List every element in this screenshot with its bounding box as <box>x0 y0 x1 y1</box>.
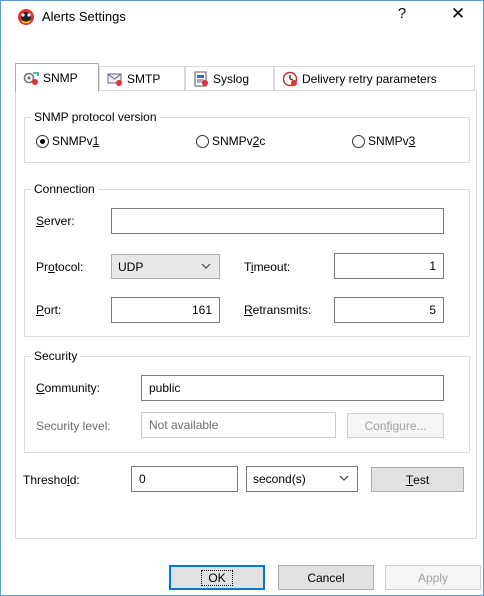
security-level-input: Not available <box>141 412 336 438</box>
radio-snmpv1-dot[interactable] <box>36 134 49 148</box>
window-title: Alerts Settings <box>42 9 126 24</box>
title-bar[interactable]: Alerts Settings ? ✕ <box>1 1 483 31</box>
tab-smtp-label: SMTP <box>127 71 161 86</box>
mail-icon <box>107 73 122 86</box>
log-icon <box>194 71 208 86</box>
snmp-icon <box>23 72 39 85</box>
security-level-label: Security level: <box>36 419 111 433</box>
server-input[interactable] <box>111 208 444 234</box>
snmp-version-group: SNMP protocol version SNMPv1 SNMPv2c SNM… <box>24 110 470 163</box>
timeout-label: Timeout: <box>244 260 291 274</box>
tab-delivery-retry-label: Delivery retry parameters <box>302 71 437 86</box>
alerts-app-icon <box>18 9 34 25</box>
timeout-input[interactable]: 1 <box>334 253 444 279</box>
tab-syslog-label: Syslog <box>213 71 250 86</box>
radio-snmpv2c[interactable]: SNMPv2c <box>196 134 265 148</box>
snmp-tab-panel: SNMP protocol version SNMPv1 SNMPv2c SNM… <box>15 90 477 539</box>
radio-snmpv3-dot[interactable] <box>352 134 365 148</box>
ok-button[interactable]: OK <box>169 565 265 590</box>
security-title: Security <box>31 349 81 363</box>
radio-snmpv2c-label: SNMPv2c <box>212 134 266 148</box>
tab-syslog[interactable]: Syslog <box>185 66 274 90</box>
tab-snmp[interactable]: SNMP <box>15 63 99 92</box>
community-input[interactable]: public <box>141 375 444 401</box>
radio-snmpv3-label: SNMPv3 <box>368 134 416 148</box>
connection-title: Connection <box>31 182 98 196</box>
tab-snmp-label: SNMP <box>43 71 78 85</box>
close-button[interactable]: ✕ <box>447 4 469 24</box>
retransmits-label: Retransmits: <box>244 303 312 317</box>
server-label: Server: <box>36 214 75 228</box>
retransmits-input[interactable]: 5 <box>334 297 444 323</box>
threshold-unit-select[interactable]: second(s) <box>246 466 358 492</box>
protocol-select[interactable]: UDP <box>111 254 220 279</box>
test-button[interactable]: Test <box>371 467 464 492</box>
retry-icon <box>282 71 298 86</box>
threshold-input[interactable]: 0 <box>131 466 238 492</box>
threshold-label: Threshold: <box>23 473 80 487</box>
apply-button[interactable]: Apply <box>385 565 481 590</box>
tab-smtp[interactable]: SMTP <box>99 66 185 90</box>
alerts-settings-dialog: Alerts Settings ? ✕ SNMP SMTP Syslog Del… <box>0 0 484 596</box>
snmp-version-title: SNMP protocol version <box>31 110 160 124</box>
tab-strip: SNMP SMTP Syslog Delivery retry paramete… <box>15 63 477 92</box>
protocol-label: Protocol: <box>36 260 84 274</box>
tab-delivery-retry[interactable]: Delivery retry parameters <box>274 66 475 90</box>
community-label: Community: <box>36 381 101 395</box>
ok-button-label: OK <box>201 569 233 586</box>
port-label: Port: <box>36 303 62 317</box>
threshold-unit-value: second(s) <box>253 472 306 486</box>
help-button[interactable]: ? <box>393 5 411 22</box>
chevron-down-icon <box>201 263 211 269</box>
radio-snmpv1-label: SNMPv1 <box>52 134 100 148</box>
port-input[interactable]: 161 <box>111 297 220 323</box>
configure-button[interactable]: Con f igure... <box>347 413 444 438</box>
radio-snmpv3[interactable]: SNMPv3 <box>352 134 415 148</box>
chevron-down-icon <box>339 475 349 481</box>
security-group: Security Community: public Security leve… <box>24 349 470 453</box>
protocol-select-value: UDP <box>118 259 144 274</box>
cancel-button[interactable]: Cancel <box>278 565 374 590</box>
radio-snmpv2c-dot[interactable] <box>196 134 209 148</box>
connection-group: Connection Server: Protocol: UDP Timeout… <box>24 182 470 337</box>
radio-snmpv1[interactable]: SNMPv1 <box>36 134 99 148</box>
